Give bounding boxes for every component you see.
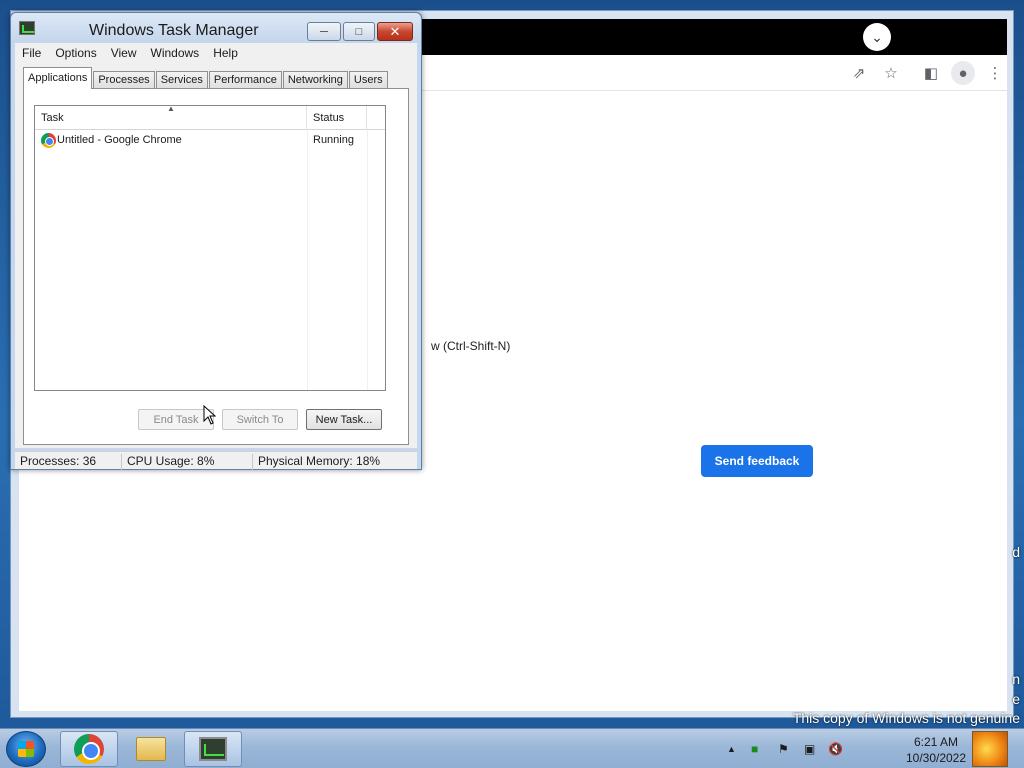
sort-ascending-icon: ▲ [167,104,175,113]
taskbar-chrome-button[interactable] [60,731,118,767]
status-physical-memory: Physical Memory: 18% [258,454,381,468]
watermark-fragment: n [1012,671,1020,687]
tab-applications[interactable]: Applications [23,67,93,89]
status-cpu-usage: CPU Usage: 8% [122,454,253,470]
show-hidden-icons-icon[interactable]: ▲ [727,744,736,754]
chrome-icon [41,133,56,148]
new-task-button[interactable]: New Task... [306,409,382,430]
menu-file[interactable]: File [15,46,48,60]
taskbar-explorer-button[interactable] [122,731,180,767]
clock-date: 10/30/2022 [905,751,967,765]
side-panel-icon[interactable]: ◧ [919,61,943,85]
taskbar: ▲ ■ ⚑ ▣ 🔇 6:21 AM 10/30/2022 [0,728,1024,768]
column-divider [307,130,308,390]
network-icon[interactable]: ▣ [804,742,815,756]
star-icon[interactable]: ☆ [879,61,903,85]
task-name: Untitled - Google Chrome [57,134,182,146]
user-picture-icon[interactable] [972,731,1008,767]
profile-icon[interactable]: ● [951,61,975,85]
task-manager-body: Applications Processes Services Performa… [15,63,417,448]
status-bar: Processes: 36 CPU Usage: 8% Physical Mem… [15,451,417,470]
task-status: Running [313,134,354,146]
menu-help[interactable]: Help [206,46,245,60]
windows-explorer-icon [136,737,166,761]
menu-options[interactable]: Options [48,46,103,60]
clock-time: 6:21 AM [913,735,959,749]
incognito-shortcut-hint: w (Ctrl-Shift-N) [431,339,511,353]
window-title: Windows Task Manager [89,22,259,39]
tab-performance[interactable]: Performance [208,71,282,89]
menu-bar: File Options View Windows Help [15,43,417,63]
menu-windows[interactable]: Windows [144,46,207,60]
watermark-fragment: e [1012,691,1020,707]
chrome-icon [74,734,104,764]
task-manager-icon [19,21,35,35]
status-processes: Processes: 36 [15,454,122,470]
applications-panel: ▲ Task Status Untitled - Google Chrome R… [23,88,409,445]
list-header: ▲ Task Status [35,104,385,130]
mouse-cursor-icon [203,405,217,425]
volume-muted-icon[interactable]: 🔇 [828,742,843,756]
tab-users[interactable]: Users [348,71,388,89]
close-button[interactable]: ✕ [377,22,413,41]
task-list[interactable]: ▲ Task Status Untitled - Google Chrome R… [34,104,386,391]
tab-networking[interactable]: Networking [282,71,348,89]
menu-view[interactable]: View [104,46,144,60]
watermark-fragment: d [1012,544,1020,560]
network-status-icon[interactable]: ■ [751,742,758,756]
tab-processes[interactable]: Processes [93,71,155,89]
chevron-down-icon[interactable]: ⌄ [863,23,891,51]
column-header-task[interactable]: ▲ Task [35,104,307,130]
tab-strip: Applications Processes Services Performa… [23,67,389,89]
windows-not-genuine-watermark: This copy of Windows is not genuine [792,710,1020,726]
send-feedback-button[interactable]: Send feedback [701,445,813,477]
tab-services[interactable]: Services [155,71,208,89]
switch-to-button[interactable]: Switch To [222,409,298,430]
tray-clock[interactable]: 6:21 AM 10/30/2022 [904,734,968,766]
maximize-button[interactable]: □ [343,22,375,41]
column-header-status[interactable]: Status [307,106,367,130]
taskbar-task-manager-button[interactable] [184,731,242,767]
more-vert-icon[interactable]: ⋮ [983,61,1007,85]
start-button[interactable] [6,731,46,767]
task-manager-title-bar[interactable]: Windows Task Manager ─ □ ✕ [11,13,421,43]
action-center-flag-icon[interactable]: ⚑ [778,742,789,756]
minimize-button[interactable]: ─ [307,22,341,41]
column-divider [367,130,368,390]
task-manager-icon [199,737,227,761]
task-manager-window: Windows Task Manager ─ □ ✕ File Options … [10,12,422,470]
share-icon[interactable]: ⇗ [847,61,871,85]
table-row[interactable]: Untitled - Google Chrome Running [35,131,385,150]
